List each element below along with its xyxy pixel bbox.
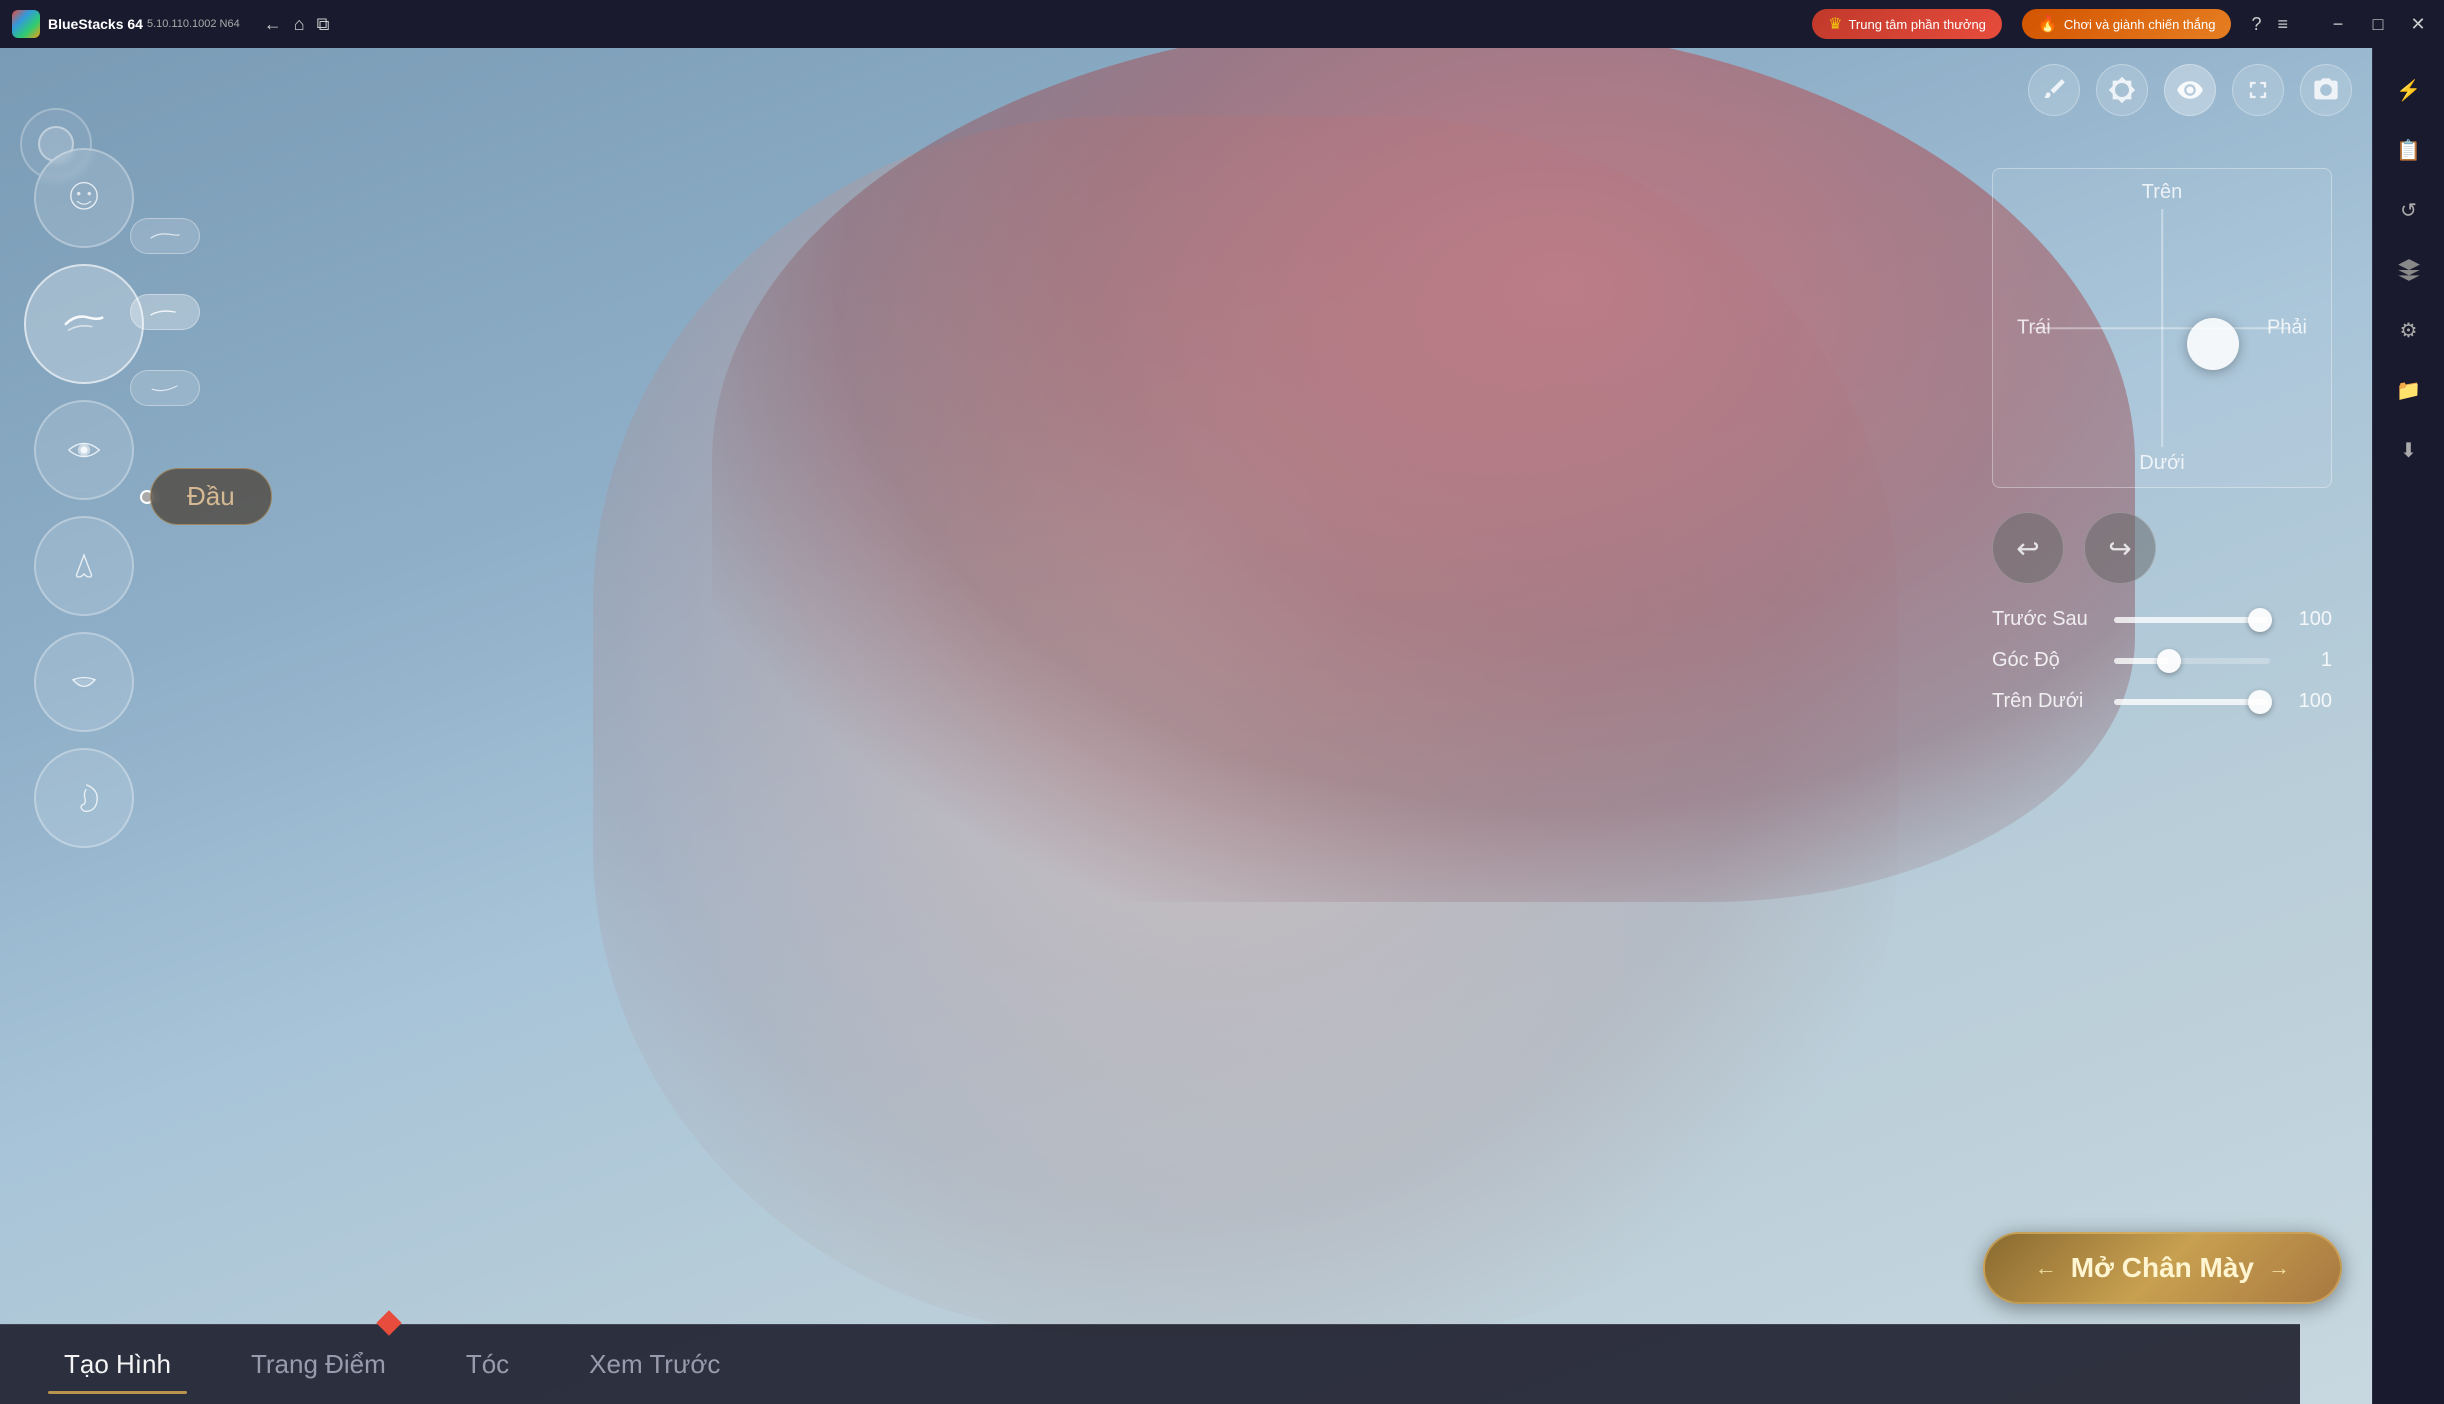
titlebar: BlueStacks 64 5.10.110.1002 N64 ← ⌂ ⧉ ♛ … <box>0 0 2444 48</box>
menu-icon[interactable]: ≡ <box>2277 14 2288 35</box>
slider-goc-do-thumb[interactable] <box>2157 649 2181 673</box>
dir-top-label: Trên <box>2142 181 2182 204</box>
top-toolbar <box>2028 64 2352 116</box>
play-label: Chơi và giành chiến thắng <box>2064 17 2216 32</box>
app-icon <box>12 10 40 38</box>
nav-icons: ← ⌂ ⧉ <box>264 14 330 35</box>
sidebar-icon-lightning[interactable]: ⚡ <box>2383 64 2435 116</box>
left-arc <box>130 218 200 406</box>
arc-item-1[interactable] <box>130 218 200 254</box>
minimize-button[interactable]: − <box>2324 10 2352 38</box>
help-icon[interactable]: ? <box>2251 14 2261 35</box>
maximize-button[interactable]: □ <box>2364 10 2392 38</box>
fire-icon: 🔥 <box>2038 14 2058 34</box>
slider-goc-do-label: Góc Độ <box>1992 649 2102 672</box>
tab-toc-label: Tóc <box>466 1349 509 1379</box>
feature-label: Đầu <box>150 468 272 525</box>
cross-vertical <box>2161 209 2163 447</box>
dir-right-label: Phải <box>2267 317 2307 340</box>
unlock-chan-may-button[interactable]: ← Mở Chân Mày → <box>1983 1232 2342 1304</box>
tab-tao-hinh[interactable]: Tạo Hình <box>24 1339 211 1390</box>
close-button[interactable]: ✕ <box>2404 10 2432 38</box>
slider-row-truoc-sau: Trước Sau 100 <box>1992 608 2332 631</box>
slider-row-goc-do: Góc Độ 1 <box>1992 649 2332 672</box>
direction-handle[interactable] <box>2187 318 2239 370</box>
feature-face-button[interactable] <box>34 148 134 248</box>
title-buttons: ♛ Trung tâm phần thưởng 🔥 Chơi và giành … <box>1812 9 2432 39</box>
sidebar-icon-apk[interactable] <box>2383 244 2435 296</box>
feature-eyebrow-button[interactable] <box>24 264 144 384</box>
title-action-icons: ? ≡ <box>2251 14 2288 35</box>
unlock-arrow-right-icon: → <box>2268 1255 2290 1281</box>
right-panel: Trên Dưới Trái Phải ↩ ↪ Trước Sau <box>1972 148 2352 751</box>
tab-trang-diem[interactable]: Trang Điểm <box>211 1339 426 1390</box>
tab-trang-diem-label: Trang Điểm <box>251 1349 386 1379</box>
crown-icon: ♛ <box>1828 14 1842 34</box>
bottom-tabs: Tạo Hình Trang Điểm Tóc Xem Trước <box>0 1324 2300 1404</box>
slider-truoc-sau-fill <box>2114 617 2267 623</box>
left-panel <box>24 148 144 848</box>
reward-button[interactable]: ♛ Trung tâm phần thưởng <box>1812 9 2002 39</box>
camera-tool-button[interactable] <box>2300 64 2352 116</box>
eye-tool-button[interactable] <box>2164 64 2216 116</box>
sidebar-icon-settings[interactable]: ⚙ <box>2383 304 2435 356</box>
brightness-tool-button[interactable] <box>2096 64 2148 116</box>
tab-xem-truoc[interactable]: Xem Trước <box>549 1339 760 1390</box>
fullscreen-tool-button[interactable] <box>2232 64 2284 116</box>
slider-tren-duoi-fill <box>2114 699 2267 705</box>
tab-toc[interactable]: Tóc <box>426 1339 549 1390</box>
dir-bottom-label: Dưới <box>2139 452 2184 475</box>
app-version: 5.10.110.1002 N64 <box>147 18 240 30</box>
sidebar-icon-clipboard[interactable]: 📋 <box>2383 124 2435 176</box>
sidebar-icon-download[interactable]: ⬇ <box>2383 424 2435 476</box>
sliders-container: Trước Sau 100 Góc Độ 1 Trên Dưới <box>1992 608 2332 713</box>
feature-eye-button[interactable] <box>34 400 134 500</box>
unlock-button-label: Mở Chân Mày <box>2071 1252 2254 1284</box>
redo-icon: ↪ <box>2108 532 2131 565</box>
hair-area <box>712 48 2135 902</box>
slider-tren-duoi-thumb[interactable] <box>2248 690 2272 714</box>
slider-truoc-sau-track[interactable] <box>2114 617 2270 623</box>
nav-home-icon[interactable]: ⌂ <box>294 14 305 35</box>
arc-item-2[interactable] <box>130 294 200 330</box>
right-sidebar: ⚡ 📋 ↺ ⚙ 📁 ⬇ <box>2372 48 2444 1404</box>
slider-tren-duoi-label: Trên Dưới <box>1992 690 2102 713</box>
slider-goc-do-value: 1 <box>2282 649 2332 672</box>
direction-control[interactable]: Trên Dưới Trái Phải <box>1992 168 2332 488</box>
window-controls: − □ ✕ <box>2324 10 2432 38</box>
nav-tabs-icon[interactable]: ⧉ <box>317 14 330 35</box>
slider-truoc-sau-label: Trước Sau <box>1992 608 2102 631</box>
slider-tren-duoi-track[interactable] <box>2114 699 2270 705</box>
arc-item-3[interactable] <box>130 370 200 406</box>
slider-truoc-sau-value: 100 <box>2282 608 2332 631</box>
slider-row-tren-duoi: Trên Dưới 100 <box>1992 690 2332 713</box>
nav-back-icon[interactable]: ← <box>264 14 282 35</box>
feature-label-text: Đầu <box>187 481 235 511</box>
feature-mouth-button[interactable] <box>34 632 134 732</box>
slider-truoc-sau-thumb[interactable] <box>2248 608 2272 632</box>
slider-tren-duoi-value: 100 <box>2282 690 2332 713</box>
unlock-arrow-left-icon: ← <box>2035 1255 2057 1281</box>
undo-button[interactable]: ↩ <box>1992 512 2064 584</box>
tab-tao-hinh-label: Tạo Hình <box>64 1349 171 1379</box>
feature-nose-button[interactable] <box>34 516 134 616</box>
play-button[interactable]: 🔥 Chơi và giành chiến thắng <box>2022 9 2232 39</box>
feature-ear-button[interactable] <box>34 748 134 848</box>
dir-left-label: Trái <box>2017 317 2051 340</box>
slider-goc-do-track[interactable] <box>2114 658 2270 664</box>
app-name: BlueStacks 64 <box>48 16 143 32</box>
action-buttons: ↩ ↪ <box>1992 512 2332 584</box>
redo-button[interactable]: ↪ <box>2084 512 2156 584</box>
reward-label: Trung tâm phần thưởng <box>1848 17 1985 32</box>
undo-icon: ↩ <box>2016 532 2039 565</box>
tab-xem-truoc-label: Xem Trước <box>589 1349 720 1379</box>
sidebar-icon-rotate[interactable]: ↺ <box>2383 184 2435 236</box>
game-area: Đầu Trên Dưới Trái Phải ↩ ↪ Trước Sau <box>0 48 2372 1404</box>
sidebar-icon-folder[interactable]: 📁 <box>2383 364 2435 416</box>
brush-tool-button[interactable] <box>2028 64 2080 116</box>
